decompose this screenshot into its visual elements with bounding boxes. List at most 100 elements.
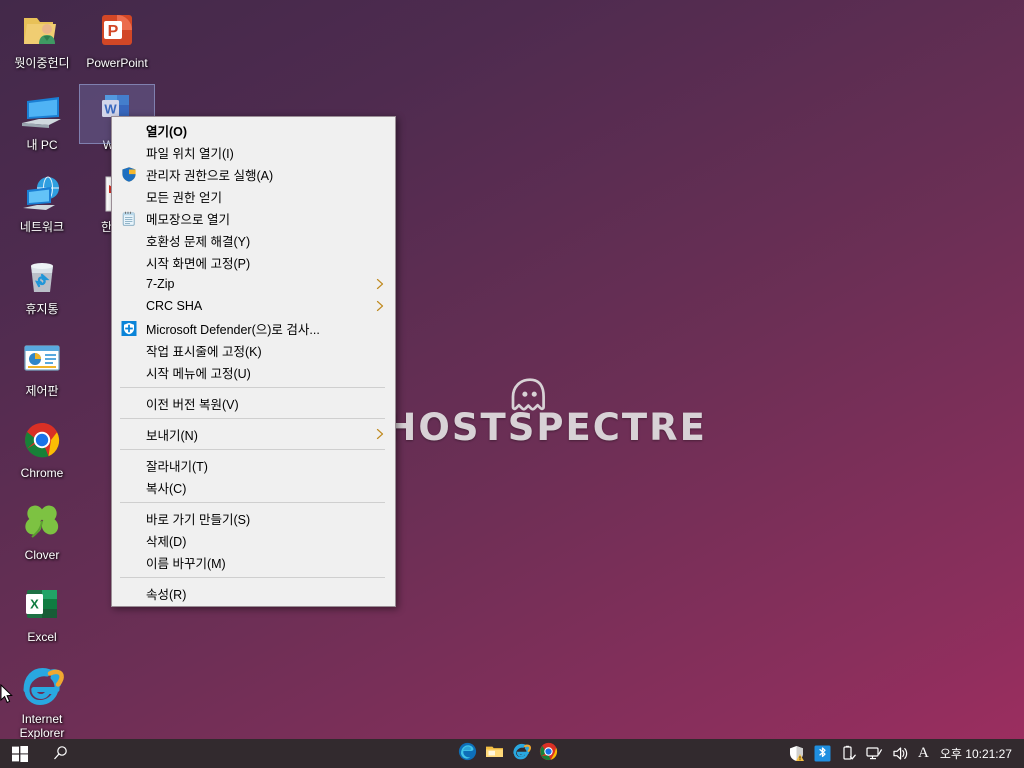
user-folder-icon	[18, 6, 66, 54]
menu-item-label: 열기(O)	[146, 124, 188, 139]
menu-item[interactable]: 열기(O)	[112, 119, 395, 141]
svg-text:P: P	[108, 23, 119, 40]
menu-item[interactable]: 시작 화면에 고정(P)	[112, 251, 395, 273]
menu-item-label: 바로 가기 만들기(S)	[146, 512, 251, 527]
desktop-icon-user-folder[interactable]: 뭣이중헌디	[4, 6, 80, 70]
desktop-icon-control-panel[interactable]: 제어판	[4, 334, 80, 398]
this-pc-icon	[18, 88, 66, 136]
chevron-right-icon	[376, 300, 384, 312]
powerpoint-icon: P	[102, 15, 132, 45]
mouse-cursor	[0, 684, 13, 704]
menu-item-label: 작업 표시줄에 고정(K)	[146, 344, 262, 359]
desktop-icon-chrome[interactable]: Chrome	[4, 416, 80, 480]
recycle-bin-icon	[18, 252, 66, 300]
menu-item[interactable]: 잘라내기(T)	[112, 454, 395, 476]
ghost-icon	[511, 378, 545, 411]
menu-item-label: 이전 버전 복원(V)	[146, 397, 239, 412]
desktop-icon-network[interactable]: 네트워크	[4, 170, 80, 234]
desktop-icon-label: 네트워크	[19, 220, 65, 234]
desktop-icon-label: 뭣이중헌디	[14, 56, 70, 70]
recycle-bin-icon	[31, 263, 53, 292]
menu-item[interactable]: 시작 메뉴에 고정(U)	[112, 361, 395, 383]
taskbar-app-edge[interactable]	[458, 742, 477, 766]
system-tray[interactable]: A 오후 10:21:27	[788, 739, 1024, 768]
menu-item-label: 속성(R)	[146, 587, 187, 602]
desktop-icon-recycle-bin[interactable]: 휴지통	[4, 252, 80, 316]
menu-item[interactable]: 메모장으로 열기	[112, 207, 395, 229]
menu-item[interactable]: 7-Zip	[112, 273, 395, 295]
chevron-right-icon	[376, 428, 384, 440]
desktop-icon-clover[interactable]: Clover	[4, 498, 80, 562]
desktop-icon-label: Excel	[27, 630, 57, 644]
taskbar-app-internet-explorer[interactable]	[512, 742, 532, 766]
desktop-icon-internet-explorer[interactable]: Internet Explorer	[4, 662, 80, 740]
menu-item[interactable]: 이전 버전 복원(V)	[112, 392, 395, 414]
taskbar-app-file-explorer[interactable]	[485, 742, 504, 766]
menu-item[interactable]: 파일 위치 열기(I)	[112, 141, 395, 163]
menu-item[interactable]: 속성(R)	[112, 582, 395, 604]
taskbar[interactable]: A 오후 10:21:27	[0, 739, 1024, 768]
defender-warning-icon[interactable]	[788, 745, 805, 762]
menu-item-label: 시작 화면에 고정(P)	[146, 256, 251, 271]
menu-item-label: 이름 바꾸기(M)	[146, 556, 226, 571]
menu-item-label: 시작 메뉴에 고정(U)	[146, 366, 251, 381]
usb-eject-icon[interactable]	[840, 745, 857, 762]
taskbar-app-chrome[interactable]	[539, 742, 558, 766]
menu-separator	[120, 502, 385, 503]
menu-item-label: CRC SHA	[146, 299, 203, 313]
network-icon	[18, 170, 66, 218]
menu-item[interactable]: 작업 표시줄에 고정(K)	[112, 339, 395, 361]
menu-item[interactable]: 삭제(D)	[112, 529, 395, 551]
start-button[interactable]	[0, 739, 40, 768]
clock[interactable]: 오후 10:21:27	[938, 745, 1018, 762]
network-icon	[23, 176, 59, 210]
menu-item[interactable]: 호환성 문제 해결(Y)	[112, 229, 395, 251]
desktop-icon-powerpoint[interactable]: P PowerPoint	[79, 6, 155, 70]
internet-explorer-icon	[23, 668, 64, 705]
search-button[interactable]	[40, 739, 80, 768]
ime-indicator[interactable]: A	[918, 745, 929, 762]
desktop-icon-label: 내 PC	[26, 138, 58, 152]
ghostspectre-watermark: GHOSTSPECTRE	[353, 378, 705, 448]
bluetooth-icon[interactable]	[814, 745, 831, 762]
search-icon	[53, 746, 67, 760]
taskbar-pinned-apps[interactable]	[458, 742, 558, 766]
notepad-icon	[120, 210, 137, 227]
user-folder-icon	[24, 18, 56, 44]
menu-item-label: 보내기(N)	[146, 428, 198, 443]
menu-item[interactable]: 이름 바꾸기(M)	[112, 551, 395, 573]
context-menu[interactable]: 열기(O) 파일 위치 열기(I) 관리자 권한으로 실행(A) 모든 권한 얻기메모…	[111, 116, 396, 607]
menu-item[interactable]: 복사(C)	[112, 476, 395, 498]
menu-item[interactable]: 관리자 권한으로 실행(A)	[112, 163, 395, 185]
chevron-right-icon	[376, 278, 384, 290]
menu-item[interactable]: CRC SHA	[112, 295, 395, 317]
desktop[interactable]: GHOSTSPECTRE 뭣이중헌디PPowerPoint내 PCWWord네트…	[0, 0, 1024, 768]
menu-item-label: 파일 위치 열기(I)	[146, 146, 234, 161]
desktop-icon-label: 휴지통	[25, 302, 59, 316]
volume-icon[interactable]	[892, 745, 909, 762]
menu-item-label: 잘라내기(T)	[146, 459, 208, 474]
menu-item[interactable]: 보내기(N)	[112, 423, 395, 445]
network-icon[interactable]	[866, 745, 883, 762]
menu-separator	[120, 418, 385, 419]
menu-item-label: 메모장으로 열기	[146, 212, 230, 227]
desktop-icon-label: Internet Explorer	[19, 712, 65, 740]
desktop-icon-label: 제어판	[25, 384, 59, 398]
uac-shield-icon	[120, 166, 137, 183]
internet-explorer-icon	[513, 743, 532, 759]
chrome-icon	[25, 423, 60, 458]
menu-item[interactable]: 바로 가기 만들기(S)	[112, 507, 395, 529]
clover-icon	[25, 505, 59, 538]
menu-item-label: 모든 권한 얻기	[146, 190, 222, 205]
this-pc-icon	[22, 97, 61, 128]
desktop-icon-this-pc[interactable]: 내 PC	[4, 88, 80, 152]
file-explorer-icon	[486, 746, 503, 757]
menu-item[interactable]: Microsoft Defender(으)로 검사...	[112, 317, 395, 339]
control-panel-icon	[18, 334, 66, 382]
chrome-icon	[18, 416, 66, 464]
windows-start-icon	[12, 745, 28, 762]
menu-item[interactable]: 모든 권한 얻기	[112, 185, 395, 207]
desktop-icon-excel[interactable]: X Excel	[4, 580, 80, 644]
menu-item-label: 7-Zip	[146, 277, 175, 291]
chrome-icon	[539, 742, 558, 760]
